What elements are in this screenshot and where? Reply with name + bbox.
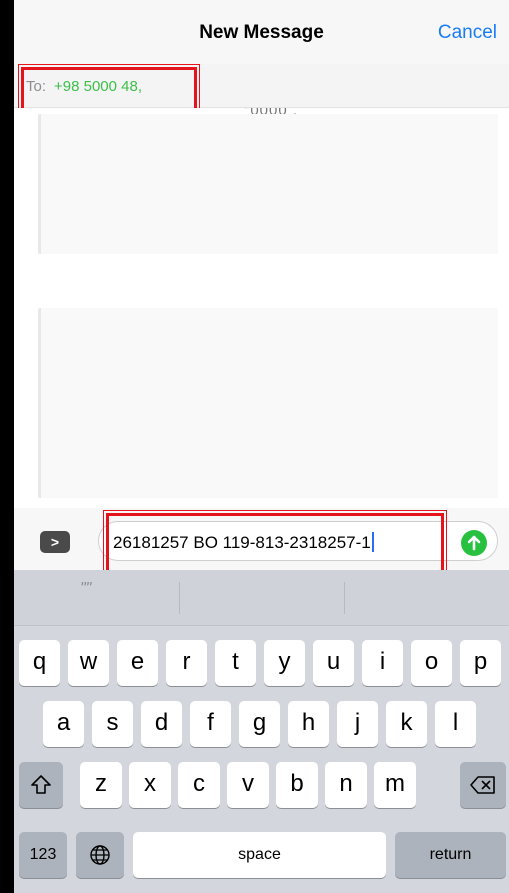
prediction-slot[interactable] — [345, 570, 509, 626]
key-a[interactable]: a — [43, 701, 84, 747]
shift-icon — [31, 775, 51, 794]
key-i[interactable]: i — [362, 640, 403, 686]
backspace-icon — [470, 776, 495, 794]
key-g[interactable]: g — [239, 701, 280, 747]
key-x[interactable]: x — [129, 762, 171, 808]
key-m[interactable]: m — [374, 762, 416, 808]
key-d[interactable]: d — [141, 701, 182, 747]
globe-key[interactable] — [76, 832, 124, 878]
arrow-up-icon — [467, 535, 481, 551]
key-v[interactable]: v — [227, 762, 269, 808]
key-c[interactable]: c — [178, 762, 220, 808]
key-j[interactable]: j — [337, 701, 378, 747]
message-bubble — [38, 114, 498, 254]
prediction-text: "" — [80, 580, 92, 597]
cancel-button[interactable]: Cancel — [438, 22, 497, 44]
shift-key[interactable] — [19, 762, 63, 808]
prediction-slot[interactable]: "" — [14, 570, 179, 626]
send-button[interactable] — [461, 530, 487, 556]
keyboard: "" 123 space return q w e r t y u i o p … — [14, 570, 509, 893]
key-l[interactable]: l — [435, 701, 476, 747]
messages-screen: New Message Cancel To: +98 5000 48, "000… — [0, 0, 509, 893]
conversation-area: "0000 . — [14, 108, 509, 508]
key-o[interactable]: o — [411, 640, 452, 686]
key-t[interactable]: t — [215, 640, 256, 686]
globe-icon — [90, 845, 110, 865]
key-n[interactable]: n — [325, 762, 367, 808]
numbers-key[interactable]: 123 — [19, 832, 67, 878]
delete-key[interactable] — [460, 762, 506, 808]
key-r[interactable]: r — [166, 640, 207, 686]
key-h[interactable]: h — [288, 701, 329, 747]
apps-expand-button[interactable]: > — [40, 531, 70, 553]
key-b[interactable]: b — [276, 762, 318, 808]
key-k[interactable]: k — [386, 701, 427, 747]
key-w[interactable]: w — [68, 640, 109, 686]
key-z[interactable]: z — [80, 762, 122, 808]
key-q[interactable]: q — [19, 640, 60, 686]
space-key[interactable]: space — [133, 832, 386, 878]
key-u[interactable]: u — [313, 640, 354, 686]
nav-bar: New Message Cancel — [14, 0, 509, 64]
page-title: New Message — [199, 22, 324, 43]
key-s[interactable]: s — [92, 701, 133, 747]
message-bubble — [38, 308, 498, 498]
chevron-right-icon: > — [50, 534, 60, 550]
predictive-bar: "" — [14, 570, 509, 626]
key-y[interactable]: y — [264, 640, 305, 686]
return-key[interactable]: return — [395, 832, 506, 878]
key-e[interactable]: e — [117, 640, 158, 686]
prediction-slot[interactable] — [180, 570, 344, 626]
key-f[interactable]: f — [190, 701, 231, 747]
key-p[interactable]: p — [460, 640, 501, 686]
